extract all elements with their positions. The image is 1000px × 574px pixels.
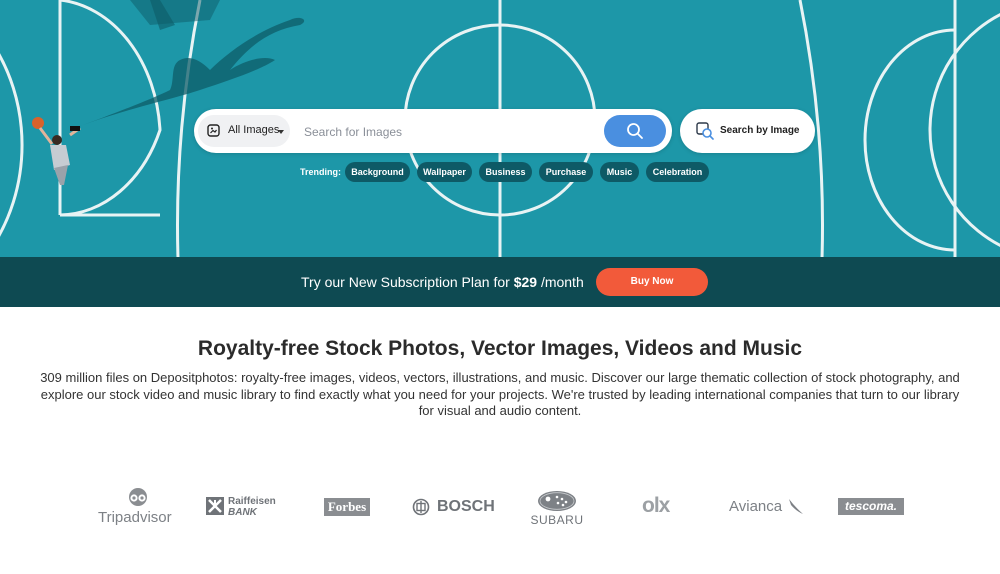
page-description: 309 million files on Depositphotos: roya… (40, 370, 960, 418)
page-title: Royalty-free Stock Photos, Vector Images… (197, 337, 803, 360)
page: All Images Search by Image Trending: Bac… (0, 0, 1000, 574)
raiffeisen-text: Raiffeisen (228, 496, 276, 507)
chevron-down-icon (278, 130, 284, 134)
image-type-label: All Images (228, 124, 280, 136)
image-search-icon (696, 122, 714, 140)
tripadvisor-logo: Tripadvisor (97, 488, 179, 528)
search-input[interactable] (302, 117, 596, 147)
subaru-emblem-icon (538, 491, 576, 511)
promo-text-after: /month (540, 274, 584, 290)
subaru-text: SUBARU (530, 513, 584, 527)
search-bar: All Images (194, 109, 672, 153)
raiffeisen-bank-text: BANK (228, 507, 257, 518)
trending-label: Trending: (300, 167, 341, 177)
trending-chip-music[interactable]: Music (600, 162, 639, 182)
search-icon (627, 123, 643, 139)
bosch-emblem-icon (412, 498, 430, 516)
forbes-text: Forbes (327, 499, 367, 514)
search-by-image-button[interactable]: Search by Image (680, 109, 815, 153)
tescoma-logo: tescoma. (838, 498, 904, 515)
olx-logo: olx (641, 494, 683, 519)
promo-text: Try our New Subscription Plan for $29 /m… (301, 274, 584, 290)
raiffeisen-logo: Raiffeisen BANK (206, 496, 282, 520)
avianca-text: Avianca (729, 498, 783, 515)
avianca-wing-icon (789, 499, 803, 514)
tripadvisor-text: Tripadvisor (98, 509, 172, 526)
olx-text: olx (642, 494, 670, 517)
trending-chip-business[interactable]: Business (479, 162, 532, 182)
image-type-icon (207, 124, 220, 137)
owl-icon (129, 488, 147, 506)
forbes-logo: Forbes (324, 498, 370, 516)
trending-chip-purchase[interactable]: Purchase (539, 162, 593, 182)
image-type-dropdown[interactable]: All Images (198, 115, 290, 147)
hero-banner: All Images Search by Image Trending: Bac… (0, 0, 1000, 307)
subaru-logo: SUBARU (525, 490, 589, 527)
promo-text-before: Try our New Subscription Plan for (301, 274, 510, 290)
bosch-text: BOSCH (437, 498, 495, 515)
search-by-image-label: Search by Image (720, 125, 800, 136)
trending-chip-background[interactable]: Background (345, 162, 410, 182)
buy-now-button[interactable]: Buy Now (596, 268, 708, 296)
trending-chip-wallpaper[interactable]: Wallpaper (417, 162, 472, 182)
trending-chip-celebration[interactable]: Celebration (646, 162, 709, 182)
search-button[interactable] (604, 115, 666, 147)
promo-price: $29 (513, 274, 538, 290)
tescoma-text: tescoma. (844, 499, 898, 513)
bosch-logo: BOSCH (412, 497, 495, 517)
avianca-logo: Avianca (729, 497, 805, 519)
raiffeisen-emblem-icon (206, 497, 224, 515)
promo-banner: Try our New Subscription Plan for $29 /m… (0, 257, 1000, 307)
